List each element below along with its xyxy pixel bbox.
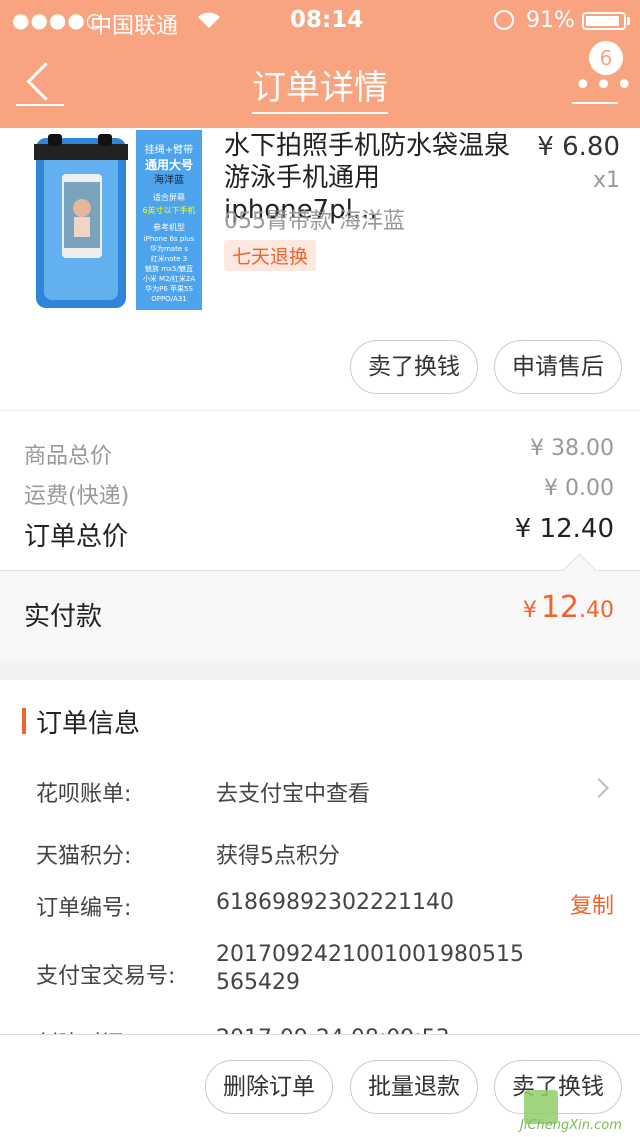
page-title-text: 订单详情 xyxy=(252,68,388,114)
more-dots-icon: ••• xyxy=(574,68,637,103)
img-text-7: iPhone 6s plus xyxy=(143,235,195,243)
img-text-13: OPPO/A31 xyxy=(151,295,187,303)
alipay-trade-label: 支付宝交易号: xyxy=(36,964,176,989)
img-text-11: 小米 M2/红米2A xyxy=(142,275,196,283)
img-text-10: 魅族 mx5/魅蓝 xyxy=(145,265,193,273)
paid-label: 实付款 xyxy=(24,602,103,632)
bottom-sell-button[interactable]: 卖了换钱 xyxy=(494,1060,622,1114)
alipay-trade-value: 2017092421001001980515565429 xyxy=(216,942,524,995)
seven-day-return-tag: 七天退换 xyxy=(224,240,317,271)
order-total-value: ¥ 12.40 xyxy=(514,514,614,544)
more-underline xyxy=(572,102,618,104)
img-text-6: 参考机型 xyxy=(153,223,185,232)
shipping-value: ¥ 0.00 xyxy=(544,476,614,501)
img-text-8: 华为mate s xyxy=(149,245,189,253)
order-info-title: 订单信息 xyxy=(36,709,141,739)
tmall-points-value: 获得5点积分 xyxy=(216,844,340,869)
status-bar: ●●●●○ 中国联通 08:14 91% xyxy=(0,0,640,40)
sell-button[interactable]: 卖了换钱 xyxy=(350,340,478,394)
paid-dec: .40 xyxy=(579,598,614,623)
copy-button[interactable]: 复制 xyxy=(570,888,614,920)
paid-currency: ¥ xyxy=(522,598,537,623)
img-text-12: 华为P6 苹果5S xyxy=(145,285,193,293)
huabei-label: 花呗账单: xyxy=(36,782,132,807)
batch-refund-button[interactable]: 批量退款 xyxy=(350,1060,478,1114)
order-total-label: 订单总价 xyxy=(24,522,129,552)
battery-nub xyxy=(627,17,630,25)
status-time: 08:14 xyxy=(290,7,364,33)
wifi-icon xyxy=(198,12,220,28)
rotation-lock-icon xyxy=(494,10,514,30)
product-quantity: x1 xyxy=(592,168,620,193)
product-sku: 055臂带款 海洋蓝 xyxy=(224,209,405,234)
paid-int: 12 xyxy=(540,590,579,625)
img-text-5: 6英寸以下手机 xyxy=(142,206,196,215)
img-text-9: 红米note 3 xyxy=(150,255,188,263)
order-number-value: 61869892302221140 xyxy=(216,890,454,915)
battery-icon xyxy=(582,12,626,30)
watermark-text: JiChengXin.com xyxy=(520,1118,622,1133)
section-accent-bar xyxy=(22,708,26,734)
product-price: ¥ 6.80 xyxy=(537,132,620,162)
huabei-value[interactable]: 去支付宝中查看 xyxy=(216,776,370,808)
page-title: 订单详情 xyxy=(0,60,640,114)
goods-total-label: 商品总价 xyxy=(24,444,113,469)
product-image-caption: 挂绳+臂带 通用大号 海洋蓝 适合屏幕 6英寸以下手机 参考机型 iPhone … xyxy=(138,144,200,304)
notification-badge: 6 xyxy=(589,41,623,75)
goods-total-value: ¥ 38.00 xyxy=(530,436,614,461)
img-text-1: 挂绳+臂带 xyxy=(144,145,194,156)
paid-amount: ¥12.40 xyxy=(523,590,614,625)
img-text-3: 海洋蓝 xyxy=(154,175,184,186)
battery-percent: 91% xyxy=(526,8,575,33)
img-text-4: 适合屏幕 xyxy=(153,193,185,202)
more-button[interactable]: ••• xyxy=(572,71,633,106)
img-text-2: 通用大号 xyxy=(144,158,193,172)
product-image[interactable]: 挂绳+臂带 通用大号 海洋蓝 适合屏幕 6英寸以下手机 参考机型 iPhone … xyxy=(26,130,202,310)
carrier-name: 中国联通 xyxy=(90,14,179,39)
delete-order-button[interactable]: 删除订单 xyxy=(205,1060,333,1114)
after-sale-button[interactable]: 申请售后 xyxy=(494,340,622,394)
tmall-points-label: 天猫积分: xyxy=(36,844,132,869)
shipping-label: 运费(快递) xyxy=(24,484,130,509)
order-number-label: 订单编号: xyxy=(36,896,132,921)
